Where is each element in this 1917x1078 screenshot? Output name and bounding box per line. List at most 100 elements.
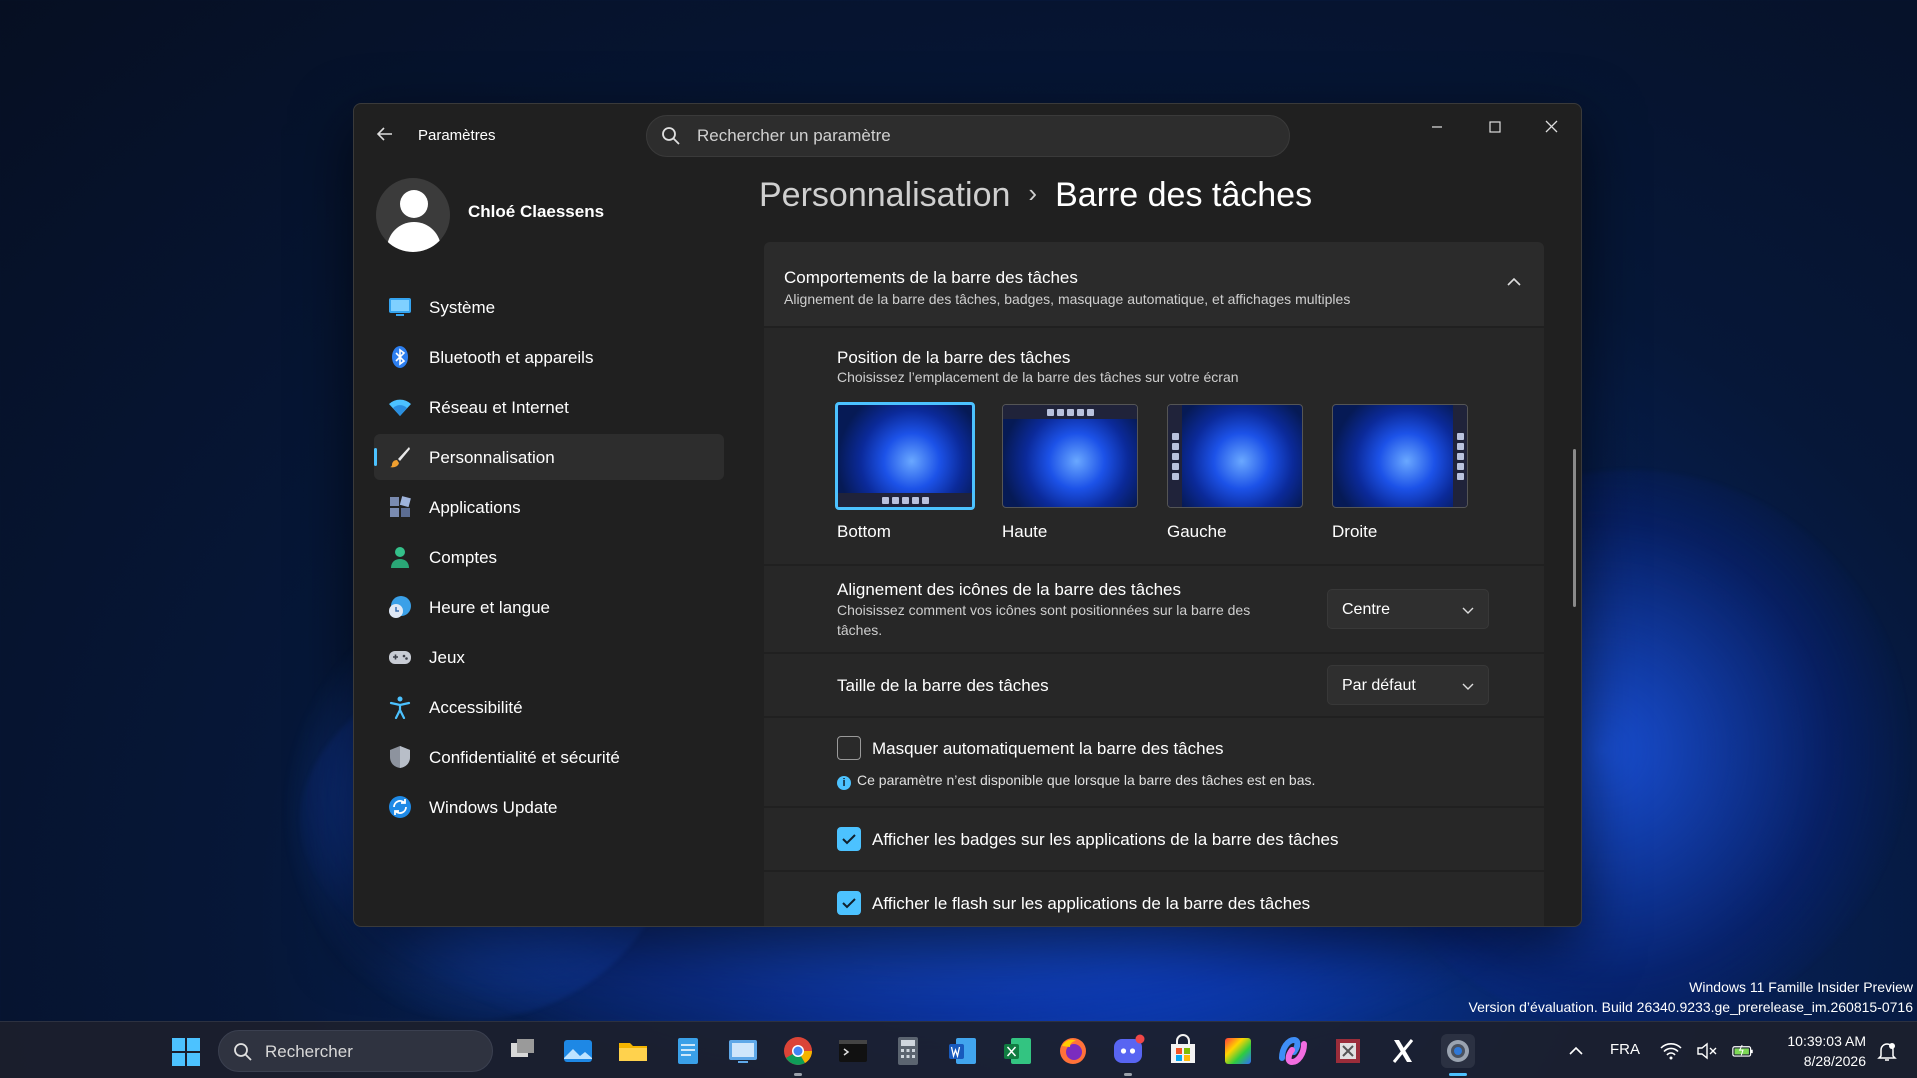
autohide-info: i Ce paramètre n’est disponible que lorsq… — [837, 772, 1316, 790]
page-title: Barre des tâches — [1055, 176, 1313, 214]
user-profile[interactable]: Chloé Claessens — [376, 176, 676, 256]
minimize-icon — [1432, 126, 1442, 128]
sidebar-item-label: Confidentialité et sécurité — [429, 748, 620, 767]
content-scrollbar[interactable] — [1573, 449, 1576, 607]
tray-overflow-chevron-icon[interactable] — [1566, 1041, 1586, 1061]
section-subtitle: Alignement de la barre des tâches, badge… — [784, 291, 1351, 307]
sidebar-item-gaming[interactable]: Jeux — [374, 634, 724, 680]
sidebar-nav: Système Bluetooth et appareils Réseau et… — [374, 284, 724, 834]
search-icon — [662, 127, 680, 145]
position-title: Position de la barre des tâches — [837, 348, 1071, 367]
sidebar-item-label: Windows Update — [429, 798, 558, 817]
sidebar-item-label: Accessibilité — [429, 698, 523, 717]
autohide-info-text: Ce paramètre n’est disponible que lorsqu… — [857, 772, 1316, 788]
excel-icon[interactable] — [1001, 1034, 1035, 1068]
flash-label: Afficher le flash sur les applications d… — [872, 894, 1311, 913]
settings-search[interactable] — [646, 115, 1290, 157]
badges-setting: Afficher les badges sur les applications… — [764, 808, 1544, 870]
store-icon[interactable] — [1166, 1034, 1200, 1068]
taskbar-size-setting: Taille de la barre des tâches Par défaut — [764, 654, 1544, 716]
close-icon — [1545, 120, 1557, 133]
sidebar-item-network[interactable]: Réseau et Internet — [374, 384, 724, 430]
size-dropdown[interactable]: Par défaut — [1327, 665, 1489, 705]
notepad-icon[interactable] — [671, 1034, 705, 1068]
brush-icon — [390, 447, 410, 468]
position-option-bottom[interactable]: Bottom — [835, 402, 977, 542]
sidebar-item-apps[interactable]: Applications — [374, 484, 724, 530]
sidebar-item-time-language[interactable]: Heure et langue — [374, 584, 724, 630]
alignment-title: Alignement des icônes de la barre des tâ… — [837, 580, 1181, 599]
taskbar-clock[interactable]: 10:39:03 AM 8/28/2026 — [1770, 1031, 1866, 1071]
flash-checkbox[interactable] — [837, 891, 861, 915]
copilot-icon[interactable] — [1276, 1034, 1310, 1068]
position-subtitle: Choisissez l’emplacement de la barre des… — [837, 369, 1239, 385]
windows-start-icon[interactable] — [172, 1038, 200, 1066]
archive-tool-icon[interactable] — [1331, 1034, 1365, 1068]
autohide-setting: Masquer automatiquement la barre des tâc… — [764, 718, 1544, 806]
taskbar: Rechercher FRA 10:39:03 AM 8/28/2026 — [0, 1021, 1917, 1078]
chevron-down-icon — [1462, 607, 1474, 614]
calculator-icon[interactable] — [891, 1034, 925, 1068]
alignment-dropdown[interactable]: Centre — [1327, 589, 1489, 629]
sidebar-item-label: Applications — [429, 498, 521, 517]
breadcrumb-parent[interactable]: Personnalisation — [759, 176, 1010, 214]
badges-checkbox[interactable] — [837, 827, 861, 851]
file-explorer-icon[interactable] — [616, 1034, 650, 1068]
sidebar-item-bluetooth[interactable]: Bluetooth et appareils — [374, 334, 724, 380]
chevron-up-icon[interactable] — [1504, 272, 1524, 292]
alignment-value: Centre — [1342, 601, 1391, 618]
notification-bell-icon[interactable] — [1876, 1040, 1898, 1062]
flash-setting: Afficher le flash sur les applications d… — [764, 872, 1544, 926]
x-app-icon[interactable] — [1386, 1034, 1420, 1068]
sidebar-item-system[interactable]: Système — [374, 284, 724, 330]
battery-charging-icon[interactable] — [1732, 1041, 1754, 1061]
apps-icon — [390, 496, 411, 517]
minimize-button[interactable] — [1414, 112, 1460, 142]
maximize-icon — [1489, 121, 1501, 133]
size-title: Taille de la barre des tâches — [837, 676, 1049, 695]
size-value: Par défaut — [1342, 677, 1416, 694]
sidebar-item-personalization[interactable]: Personnalisation — [374, 434, 724, 480]
taskbar-search[interactable]: Rechercher — [218, 1030, 493, 1072]
color-picker-icon[interactable] — [1221, 1034, 1255, 1068]
close-button[interactable] — [1528, 112, 1574, 142]
title-bar: Paramètres — [354, 104, 1581, 168]
sidebar-item-label: Heure et langue — [429, 598, 550, 617]
volume-muted-icon[interactable] — [1696, 1041, 1718, 1061]
sidebar-item-privacy[interactable]: Confidentialité et sécurité — [374, 734, 724, 780]
settings-app-icon[interactable] — [1441, 1034, 1475, 1076]
wifi-tray-icon[interactable] — [1660, 1041, 1682, 1061]
section-header[interactable]: Comportements de la barre des tâches Ali… — [764, 242, 1544, 326]
sidebar-item-label: Réseau et Internet — [429, 398, 569, 417]
position-option-label: Haute — [1002, 522, 1048, 541]
word-icon[interactable] — [946, 1034, 980, 1068]
position-option-label: Gauche — [1167, 522, 1227, 541]
back-arrow-icon — [376, 127, 392, 141]
sidebar-item-accounts[interactable]: Comptes — [374, 534, 724, 580]
position-option-top[interactable]: Haute — [1002, 404, 1142, 542]
bluetooth-icon — [392, 346, 408, 368]
gamepad-icon — [389, 651, 411, 664]
watermark-build: Version d’évaluation. Build 26340.9233.g… — [1468, 999, 1913, 1015]
search-input[interactable] — [697, 116, 1267, 156]
input-language[interactable]: FRA — [1610, 1041, 1640, 1078]
chrome-icon[interactable] — [781, 1034, 815, 1076]
taskbar-position-setting: Position de la barre des tâches Choisiss… — [764, 328, 1544, 564]
firefox-icon[interactable] — [1056, 1034, 1090, 1068]
sidebar-item-accessibility[interactable]: Accessibilité — [374, 684, 724, 730]
chevron-down-icon — [1462, 683, 1474, 690]
back-button[interactable] — [372, 124, 398, 150]
terminal-icon[interactable] — [836, 1034, 870, 1068]
section-title: Comportements de la barre des tâches — [784, 268, 1078, 287]
maximize-button[interactable] — [1472, 112, 1518, 142]
sidebar-item-windows-update[interactable]: Windows Update — [374, 784, 724, 830]
position-option-left[interactable]: Gauche — [1167, 404, 1307, 542]
task-view-icon[interactable] — [506, 1034, 540, 1068]
photos-icon[interactable] — [561, 1034, 595, 1068]
alignment-subtitle: Choisissez comment vos icônes sont posit… — [837, 602, 1251, 618]
discord-icon[interactable] — [1111, 1034, 1145, 1076]
position-option-right[interactable]: Droite — [1332, 404, 1472, 542]
settings-content: Comportements de la barre des tâches Ali… — [764, 242, 1544, 926]
remote-desktop-icon[interactable] — [726, 1034, 760, 1068]
autohide-checkbox[interactable] — [837, 736, 861, 760]
